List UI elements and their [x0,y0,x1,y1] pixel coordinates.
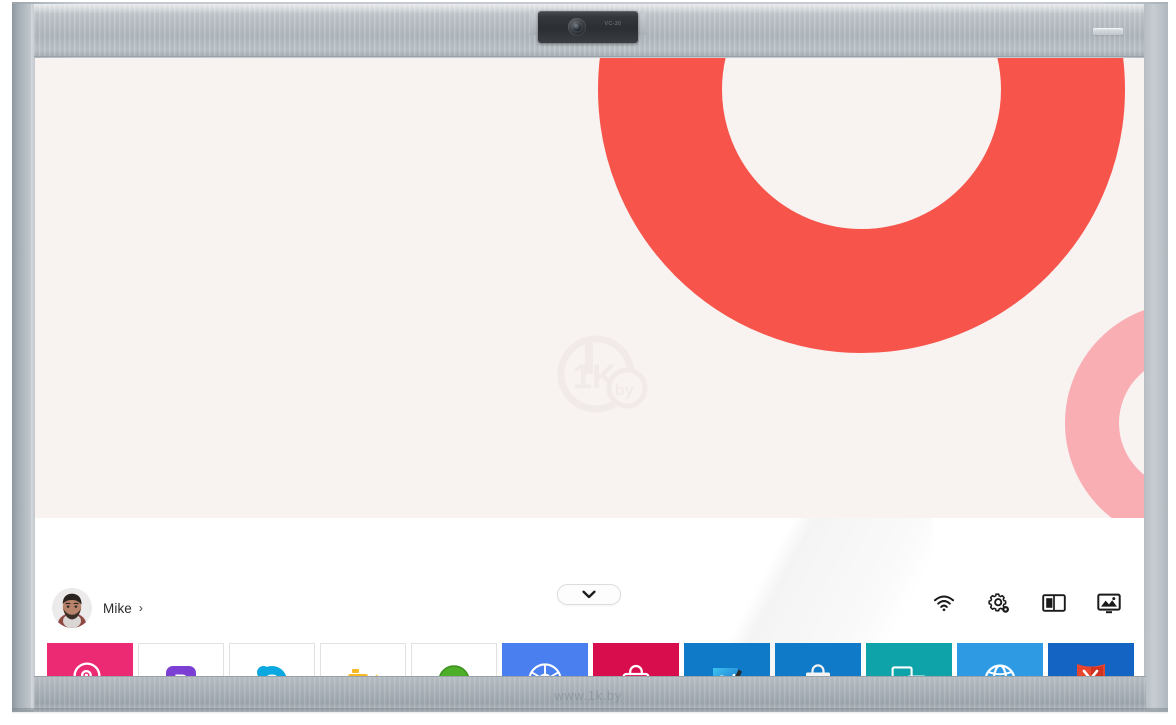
webcam-mount-right [637,13,646,35]
bezel-right [1144,4,1168,710]
globe-icon [957,660,1043,676]
camera-aperture-icon [502,660,588,676]
app-tile-purple-app[interactable]: P Purple App [138,643,224,676]
settings-gear-icon[interactable] [986,590,1012,616]
purple-p-icon: P [139,661,223,676]
screen-share-icon [866,660,952,676]
skype-icon: S [230,661,314,676]
split-screen-icon[interactable] [1041,590,1067,616]
avatar[interactable] [52,588,92,628]
bezel-sensor-slot [1093,28,1123,35]
svg-text:by: by [615,382,634,399]
remote-meeting-icon [47,660,133,676]
screen-viewport: 1K by Mike › [35,58,1144,676]
webcam-brand-label: VC-30 [604,21,622,27]
app-tile-strip: One:QuickRemote Meeting P Purple App [47,643,1144,676]
whiteboard-pen-icon [684,660,770,676]
app-tile-ms-store[interactable]: MS Store [775,643,861,676]
app-tile-blue-app[interactable]: Blue App [502,643,588,676]
dock-collapse-toggle[interactable] [557,584,621,605]
watermark-logo: 1K by [551,326,661,421]
webcam-module: VC-30 [538,11,638,43]
screen-capture-icon [1048,660,1134,676]
system-tray [931,590,1122,616]
taskbar-dock: Mike › [35,518,1144,676]
app-tile-browser[interactable]: Browser [957,643,1043,676]
chevron-down-icon [582,586,596,604]
wallpaper-red-ring-shape [598,58,1125,353]
chevron-right-icon: › [138,601,143,615]
user-profile-button[interactable]: Mike › [52,588,143,628]
app-tile-yellow-app[interactable]: Yellow App [320,643,406,676]
conference-display-device: VC-30 1K by Mike › www.1k.by [0,0,1176,725]
app-tile-conference-app-store[interactable]: ConferenceApp Store [593,643,679,676]
app-tile-ms-whiteboard[interactable]: MS Whiteboard [684,643,770,676]
display-image-icon[interactable] [1096,590,1122,616]
ms-store-bag-icon [775,660,861,676]
watermark-bottom-text: www.1k.by [554,688,622,703]
wallpaper-pink-ring-shape [1065,303,1144,518]
app-tile-one-quick-remote-meeting[interactable]: One:QuickRemote Meeting [47,643,133,676]
app-tile-lg-presenter[interactable]: LG Presenter [866,643,952,676]
green-leaf-icon [412,661,496,676]
camcorder-icon [321,661,405,676]
desktop-wallpaper: 1K by [35,58,1144,518]
shopping-bag-icon [593,660,679,676]
webcam-lens-icon [573,23,581,31]
app-tile-screen-capture[interactable]: Screen C [1048,643,1134,676]
app-tile-skype[interactable]: S Skype [229,643,315,676]
wifi-icon[interactable] [931,590,957,616]
app-tile-green-app[interactable]: Green App [411,643,497,676]
profile-name-label: Mike [103,600,132,616]
bezel-bottom-shadow [12,708,1168,714]
